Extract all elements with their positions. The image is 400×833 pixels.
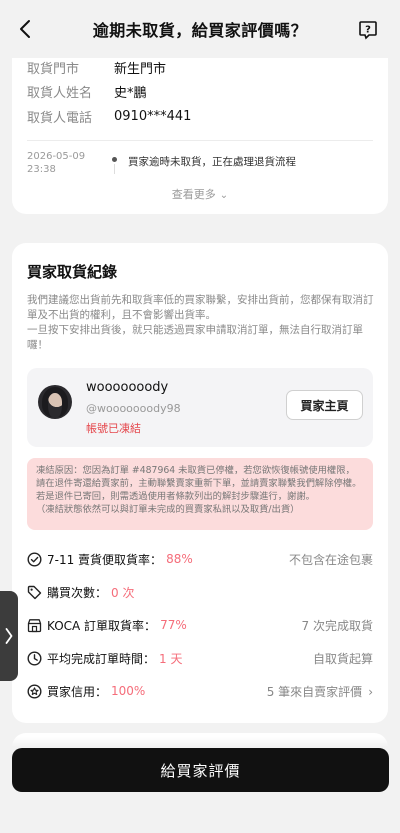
- buyer-handle: @wooooooody98: [86, 402, 181, 415]
- see-more-label: 查看更多: [171, 188, 216, 201]
- stat-value: 88%: [166, 552, 193, 566]
- see-more-button[interactable]: 查看更多 ⌄: [12, 186, 388, 202]
- clock-icon: [27, 650, 42, 666]
- side-drawer-handle[interactable]: [0, 591, 18, 681]
- stat-note: 不包含在途包裹: [288, 552, 373, 567]
- buyer-record-description: 我們建議您出貨前先和取貨率低的買家聯繫，安排出貨前，您都保有取消訂單及不出貨的權…: [27, 294, 374, 351]
- stat-avg-completion-time: 平均完成訂單時間： 1 天 自取貨起算: [27, 649, 373, 667]
- chevron-right-icon: ›: [368, 684, 373, 699]
- chevron-down-icon: ⌄: [219, 190, 229, 201]
- buyer-profile-button[interactable]: 買家主頁: [286, 390, 363, 420]
- stat-label: 7-11 賣貨便取貨率：: [47, 552, 163, 567]
- stat-label: KOCA 訂單取貨率：: [47, 618, 157, 633]
- timeline-event-text: 買家逾時未取貨，正在處理退貨流程: [128, 156, 296, 168]
- stat-label: 購買次數：: [47, 585, 108, 600]
- stat-note: 自取貨起算: [312, 651, 373, 666]
- buyer-record-card: 買家取貨紀錄 我們建議您出貨前先和取貨率低的買家聯繫，安排出貨前，您都保有取消訂…: [12, 243, 388, 723]
- back-button[interactable]: [14, 16, 36, 42]
- stat-buyer-credit[interactable]: 買家信用： 100% 5 筆來自賣家評價 ›: [27, 682, 373, 700]
- pickup-info-card: 取貨門市 新生門市 取貨人姓名 史*鵬 取貨人電話 0910***441 202…: [12, 50, 388, 214]
- stat-value: 0 次: [111, 585, 135, 600]
- stat-label: 買家信用：: [47, 684, 108, 699]
- timeline-dot: [112, 157, 117, 162]
- pickup-store-label: 取貨門市: [27, 62, 80, 77]
- star-circle-icon: [27, 683, 42, 699]
- section-title: 買家取貨紀錄: [27, 263, 118, 281]
- recipient-phone-value: 0910***441: [114, 109, 192, 124]
- pickup-store-row: 取貨門市 新生門市: [27, 58, 166, 77]
- stat-pickup-rate-711: 7-11 賣貨便取貨率： 88% 不包含在途包裹: [27, 550, 373, 568]
- buyer-profile-box: wooooooody @wooooooody98 帳號已凍結 買家主頁: [27, 368, 373, 447]
- help-button[interactable]: ?: [358, 20, 378, 40]
- account-status-badge: 帳號已凍結: [86, 422, 141, 435]
- rate-buyer-button[interactable]: 給買家評價: [12, 748, 389, 792]
- timeline-timestamp: 2026-05-09 23:38: [27, 150, 85, 176]
- recipient-name-row: 取貨人姓名 史*鵬: [27, 82, 147, 101]
- avatar: [38, 385, 72, 419]
- svg-text:?: ?: [365, 25, 371, 36]
- chevron-left-icon: [20, 20, 30, 38]
- pickup-store-value: 新生門市: [114, 62, 167, 77]
- recipient-name-value: 史*鵬: [114, 86, 147, 101]
- stat-value: 100%: [111, 684, 146, 698]
- stat-value: 77%: [160, 618, 187, 632]
- recipient-name-label: 取貨人姓名: [27, 86, 93, 101]
- buyer-name: wooooooody: [86, 380, 169, 395]
- check-circle-icon: [27, 551, 42, 567]
- store-icon: [27, 618, 42, 633]
- freeze-reason-note: 凍結原因：您因為訂單 #487964 未取貨已停權，若您欲恢復帳號使用權限，請在…: [27, 458, 373, 530]
- timeline-date: 2026-05-09: [27, 151, 86, 162]
- tag-icon: [27, 585, 42, 600]
- recipient-phone-label: 取貨人電話: [27, 111, 93, 126]
- timeline-line: [114, 164, 115, 174]
- stat-label: 平均完成訂單時間：: [47, 651, 156, 666]
- divider: [27, 140, 373, 141]
- timeline-time: 23:38: [27, 164, 56, 175]
- help-icon: ?: [359, 21, 377, 40]
- stat-pickup-rate-koca: KOCA 訂單取貨率： 77% 7 次完成取貨: [27, 616, 373, 634]
- buyer-reviews-link[interactable]: 5 筆來自賣家評價 ›: [267, 683, 373, 700]
- page-title: 逾期未取貨，給買家評價嗎？: [92, 21, 308, 40]
- stat-note: 7 次完成取貨: [301, 618, 373, 633]
- chevron-right-icon: [5, 628, 13, 644]
- top-bar: 逾期未取貨，給買家評價嗎？ ?: [0, 0, 400, 58]
- stat-purchase-count: 購買次數： 0 次: [27, 583, 373, 601]
- stat-note: 5 筆來自賣家評價: [266, 684, 363, 699]
- recipient-phone-row: 取貨人電話 0910***441: [27, 107, 191, 126]
- stat-value: 1 天: [159, 651, 183, 666]
